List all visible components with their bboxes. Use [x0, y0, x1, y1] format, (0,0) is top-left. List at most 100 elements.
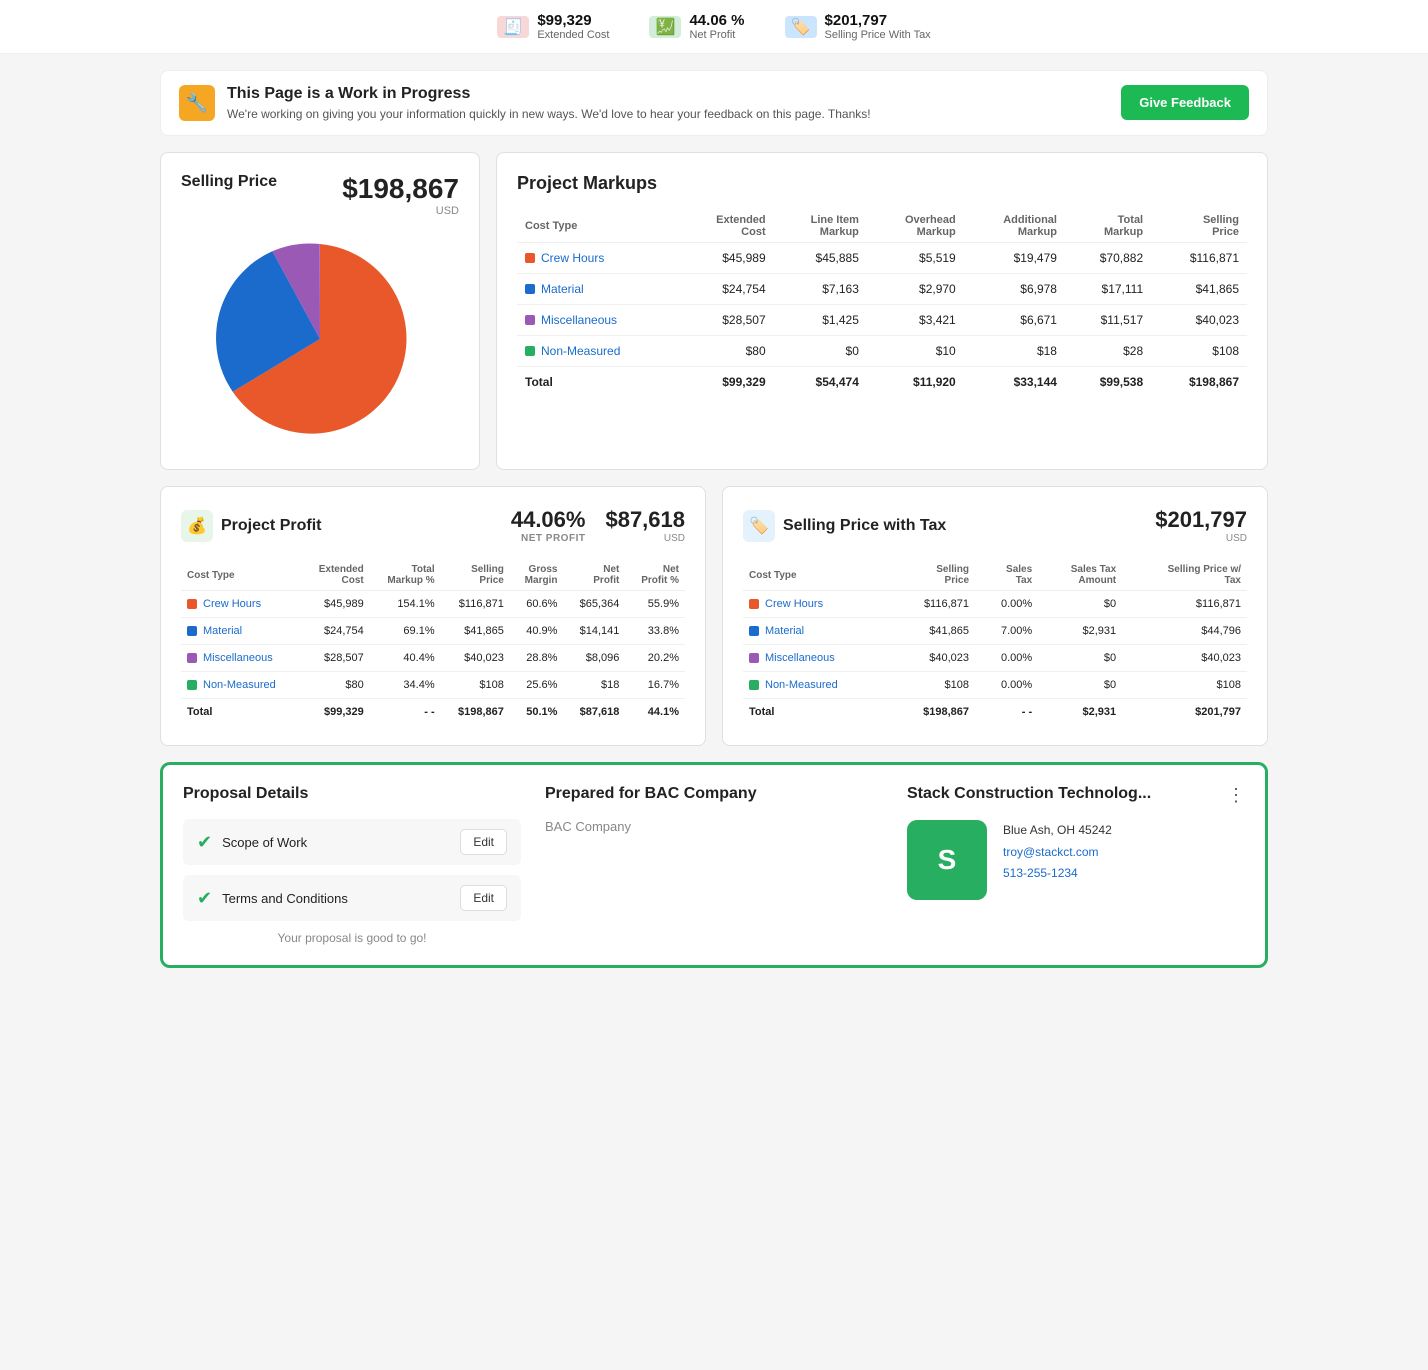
col-extended-cost: ExtendedCost: [679, 210, 774, 243]
tax-amount-currency: USD: [1155, 533, 1247, 544]
profit-table: Cost Type ExtendedCost TotalMarkup % Sel…: [181, 560, 685, 725]
money-icon: 🧾: [497, 16, 529, 38]
selling-price-card: Selling Price $198,867 USD: [160, 152, 480, 470]
selling-price-label: Selling Price With Tax: [825, 29, 931, 41]
top-bar: 🧾 $99,329 Extended Cost 💹 44.06 % Net Pr…: [0, 0, 1428, 54]
cost-type-link[interactable]: Non-Measured: [203, 679, 276, 691]
proposal-good-msg: Your proposal is good to go!: [183, 931, 521, 945]
markups-table: Cost Type ExtendedCost Line ItemMarkup O…: [517, 210, 1247, 397]
table-row: Crew Hours $45,989 $45,885 $5,519 $19,47…: [517, 243, 1247, 274]
table-row: Miscellaneous $28,507 $1,425 $3,421 $6,6…: [517, 305, 1247, 336]
more-icon[interactable]: ⋮: [1227, 785, 1245, 806]
profit-icon: 💰: [181, 510, 213, 542]
pt-col-netprofit: NetProfit: [563, 560, 625, 591]
markups-title: Project Markups: [517, 173, 1247, 194]
company-email[interactable]: troy@stackct.com: [1003, 845, 1099, 859]
stack-company-col: Stack Construction Technolog... ⋮ S Blue…: [907, 785, 1245, 945]
profit-icon: 💹: [649, 16, 681, 38]
proposal-section: Proposal Details ✔ Scope of Work Edit ✔ …: [160, 762, 1268, 968]
pt-col-netpct: NetProfit %: [625, 560, 685, 591]
table-row: Non-Measured $80 $0 $10 $18 $28 $108: [517, 336, 1247, 367]
prepared-for-company: BAC Company: [545, 819, 883, 834]
svg-text:S: S: [938, 844, 957, 875]
col-cost-type: Cost Type: [517, 210, 679, 243]
cost-type-link[interactable]: Miscellaneous: [203, 652, 273, 664]
company-phone[interactable]: 513-255-1234: [1003, 866, 1078, 880]
net-profit-label: Net Profit: [689, 29, 744, 41]
pt-col-ext: ExtendedCost: [302, 560, 370, 591]
pt-col-selling: SellingPrice: [441, 560, 510, 591]
table-row: Non-Measured $80 34.4% $108 25.6% $18 16…: [181, 672, 685, 699]
extended-cost-item: 🧾 $99,329 Extended Cost: [497, 12, 609, 41]
cost-type-link[interactable]: Material: [203, 625, 242, 637]
net-profit-value: 44.06 %: [689, 12, 744, 29]
cost-type-link[interactable]: Crew Hours: [541, 251, 604, 265]
project-profit-card: 💰 Project Profit 44.06% NET PROFIT $87,6…: [160, 486, 706, 746]
gross-label: USD: [605, 533, 685, 544]
terms-item: ✔ Terms and Conditions Edit: [183, 875, 521, 921]
pie-svg: [210, 229, 430, 449]
table-total-row: Total $198,867 - - $2,931 $201,797: [743, 699, 1247, 726]
col-overhead: OverheadMarkup: [867, 210, 964, 243]
scope-of-work-item: ✔ Scope of Work Edit: [183, 819, 521, 865]
selling-price-amount: $198,867: [342, 173, 459, 205]
pt-col-gross: GrossMargin: [510, 560, 564, 591]
cost-type-link[interactable]: Material: [541, 282, 584, 296]
table-row: Material $24,754 $7,163 $2,970 $6,978 $1…: [517, 274, 1247, 305]
pt-col-type: Cost Type: [181, 560, 302, 591]
tax-amount-value: $201,797: [1155, 507, 1247, 533]
pt-col-markup: TotalMarkup %: [370, 560, 441, 591]
scope-check-icon: ✔: [197, 832, 212, 853]
markups-card: Project Markups Cost Type ExtendedCost L…: [496, 152, 1268, 470]
selling-price-value: $201,797: [825, 12, 931, 29]
table-row: Material $24,754 69.1% $41,865 40.9% $14…: [181, 618, 685, 645]
cost-type-link[interactable]: Crew Hours: [765, 598, 823, 610]
col-additional: AdditionalMarkup: [964, 210, 1065, 243]
net-profit-pct: 44.06%: [511, 507, 586, 533]
gross-value: $87,618: [605, 507, 685, 533]
tt-col-final: Selling Price w/Tax: [1122, 560, 1247, 591]
tax-table: Cost Type SellingPrice SalesTax Sales Ta…: [743, 560, 1247, 725]
table-row: Material $41,865 7.00% $2,931 $44,796: [743, 618, 1247, 645]
table-row: Non-Measured $108 0.00% $0 $108: [743, 672, 1247, 699]
cost-type-link[interactable]: Miscellaneous: [765, 652, 835, 664]
table-row: Crew Hours $45,989 154.1% $116,871 60.6%…: [181, 591, 685, 618]
table-row: Crew Hours $116,871 0.00% $0 $116,871: [743, 591, 1247, 618]
pie-chart: [181, 229, 459, 449]
cost-type-link[interactable]: Non-Measured: [765, 679, 838, 691]
terms-label: Terms and Conditions: [222, 891, 450, 906]
terms-check-icon: ✔: [197, 888, 212, 909]
company-name: Stack Construction Technolog...: [907, 785, 1151, 803]
col-selling-price: SellingPrice: [1151, 210, 1247, 243]
cost-type-link[interactable]: Non-Measured: [541, 344, 620, 358]
table-row: Miscellaneous $40,023 0.00% $0 $40,023: [743, 645, 1247, 672]
company-logo: S: [907, 820, 987, 900]
scope-edit-button[interactable]: Edit: [460, 829, 507, 855]
stack-logo-svg: S: [920, 833, 974, 887]
wip-subtitle: We're working on giving you your informa…: [227, 107, 871, 121]
col-line-item: Line ItemMarkup: [774, 210, 867, 243]
proposal-details-col: Proposal Details ✔ Scope of Work Edit ✔ …: [183, 785, 521, 945]
tax-card: 🏷️ Selling Price with Tax $201,797 USD C…: [722, 486, 1268, 746]
tt-col-type: Cost Type: [743, 560, 890, 591]
tag-icon: 🏷️: [785, 16, 817, 38]
tax-title: Selling Price with Tax: [783, 517, 946, 535]
cost-type-link[interactable]: Miscellaneous: [541, 313, 617, 327]
table-total-row: Total $99,329 $54,474 $11,920 $33,144 $9…: [517, 367, 1247, 398]
company-address: Blue Ash, OH 45242: [1003, 820, 1112, 842]
terms-edit-button[interactable]: Edit: [460, 885, 507, 911]
tax-icon: 🏷️: [743, 510, 775, 542]
feedback-button[interactable]: Give Feedback: [1121, 85, 1249, 120]
selling-price-title: Selling Price: [181, 173, 277, 191]
table-total-row: Total $99,329 - - $198,867 50.1% $87,618…: [181, 699, 685, 726]
col-total-markup: TotalMarkup: [1065, 210, 1151, 243]
wip-icon: 🔧: [179, 85, 215, 121]
profit-title: Project Profit: [221, 517, 321, 535]
selling-price-currency: USD: [342, 205, 459, 217]
wip-banner: 🔧 This Page is a Work in Progress We're …: [160, 70, 1268, 136]
extended-cost-value: $99,329: [537, 12, 609, 29]
cost-type-link[interactable]: Crew Hours: [203, 598, 261, 610]
wip-title: This Page is a Work in Progress: [227, 85, 871, 103]
cost-type-link[interactable]: Material: [765, 625, 804, 637]
net-profit-item: 💹 44.06 % Net Profit: [649, 12, 744, 41]
